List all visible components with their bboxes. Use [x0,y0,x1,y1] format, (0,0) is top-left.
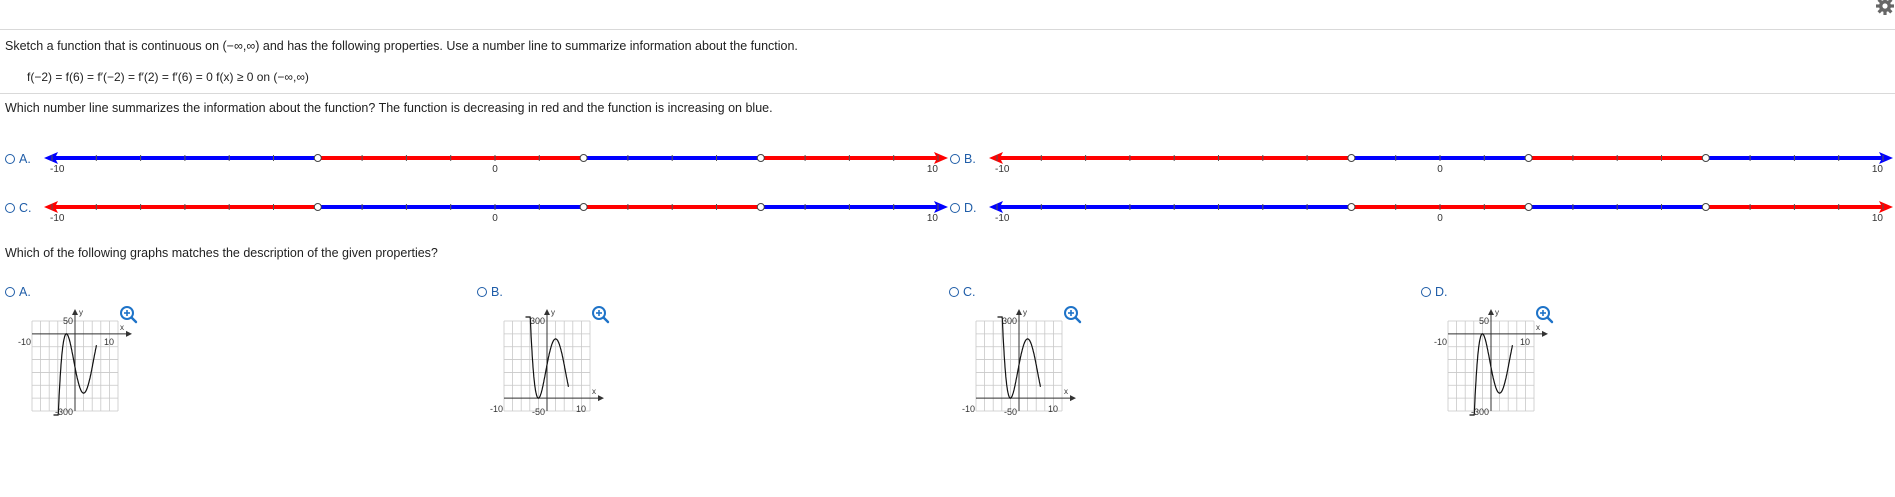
x-min-label: -10 [1434,337,1447,347]
numberline-a: -10 0 10 [44,152,948,175]
gear-icon[interactable] [1871,0,1895,18]
graph-option-c[interactable]: C. [949,285,976,299]
numberline-b: -10 0 10 [989,152,1893,175]
graph-b: -10 10 300 -50 x y [490,306,610,417]
x-axis-label: x [120,323,124,332]
option-label: C. [963,285,976,299]
option-label: D. [1435,285,1448,299]
open-point [1524,203,1533,211]
tick-label-min: -10 [995,164,1010,175]
x-axis-arrow-icon [598,395,604,402]
open-point [1701,154,1710,162]
y-axis-arrow-icon [544,309,550,315]
numberline-option-b[interactable]: B. [950,152,976,166]
y-top-label: 50 [63,316,73,326]
open-point [1347,154,1356,162]
tick-label-zero: 0 [492,213,498,224]
y-axis-label: y [79,308,83,317]
radio-button[interactable] [949,287,959,297]
radio-button[interactable] [950,154,960,164]
open-point [579,154,588,162]
zoom-in-icon[interactable] [1536,306,1554,324]
graph-question: Which of the following graphs matches th… [5,246,438,260]
tick-label-max: 10 [927,213,939,224]
y-axis-arrow-icon [1488,309,1494,315]
tick-label-zero: 0 [1437,213,1443,224]
graph-d: -10 10 50 -300 x y [1434,306,1554,417]
y-bottom-label: -300 [1471,407,1489,417]
x-max-label: 10 [1520,337,1530,347]
numberline-d: -10 0 10 [989,201,1893,224]
radio-button[interactable] [477,287,487,297]
question-prompt: Sketch a function that is continuous on … [5,39,798,53]
open-point [1701,203,1710,211]
open-point [579,203,588,211]
y-bottom-label: -50 [1004,407,1017,417]
section-divider [0,93,1895,94]
graph-option-a[interactable]: A. [5,285,31,299]
graph-option-b[interactable]: B. [477,285,503,299]
radio-button[interactable] [5,203,15,213]
x-min-label: -10 [490,404,503,414]
graph-c: -10 10 300 -50 x y [962,306,1082,417]
tick-label-zero: 0 [492,164,498,175]
x-min-label: -10 [18,337,31,347]
numberline-question: Which number line summarizes the informa… [5,101,773,115]
option-label: B. [491,285,503,299]
open-point [756,203,765,211]
open-point [313,203,322,211]
x-min-label: -10 [962,404,975,414]
tick-label-zero: 0 [1437,164,1443,175]
y-top-label: 300 [530,316,545,326]
y-top-label: 300 [1002,316,1017,326]
radio-button[interactable] [5,154,15,164]
y-bottom-label: -300 [55,407,73,417]
y-axis-label: y [1023,308,1027,317]
tick-label-max: 10 [927,164,939,175]
tick-label-min: -10 [50,164,65,175]
tick-label-max: 10 [1872,164,1884,175]
numberline-option-a[interactable]: A. [5,152,31,166]
open-point [1347,203,1356,211]
option-label: B. [964,152,976,166]
x-axis-label: x [592,387,596,396]
radio-button[interactable] [5,287,15,297]
x-axis-arrow-icon [1070,395,1076,402]
zoom-in-icon[interactable] [1064,306,1082,324]
y-axis-arrow-icon [72,309,78,315]
given-properties: f(−2) = f(6) = f′(−2) = f′(2) = f′(6) = … [27,70,309,84]
x-axis-arrow-icon [1542,330,1548,337]
open-point [313,154,322,162]
radio-button[interactable] [1421,287,1431,297]
open-point [756,154,765,162]
x-max-label: 10 [576,404,586,414]
tick-label-min: -10 [995,213,1010,224]
option-label: D. [964,201,977,215]
graph-option-d[interactable]: D. [1421,285,1448,299]
option-label: C. [19,201,32,215]
y-top-label: 50 [1479,316,1489,326]
y-axis-arrow-icon [1016,309,1022,315]
tick-label-max: 10 [1872,213,1884,224]
x-axis-arrow-icon [126,330,132,337]
y-axis-label: y [551,308,555,317]
option-label: A. [19,152,31,166]
y-bottom-label: -50 [532,407,545,417]
x-axis-label: x [1536,323,1540,332]
x-max-label: 10 [104,337,114,347]
graph-a: -10 10 50 -300 x y [18,306,138,417]
tick-label-min: -10 [50,213,65,224]
top-divider [0,29,1895,30]
x-max-label: 10 [1048,404,1058,414]
numberline-c: -10 0 10 [44,201,948,224]
numberline-option-d[interactable]: D. [950,201,977,215]
numberline-option-c[interactable]: C. [5,201,32,215]
zoom-in-icon[interactable] [120,306,138,324]
option-label: A. [19,285,31,299]
radio-button[interactable] [950,203,960,213]
y-axis-label: y [1495,308,1499,317]
x-axis-label: x [1064,387,1068,396]
zoom-in-icon[interactable] [592,306,610,324]
open-point [1524,154,1533,162]
